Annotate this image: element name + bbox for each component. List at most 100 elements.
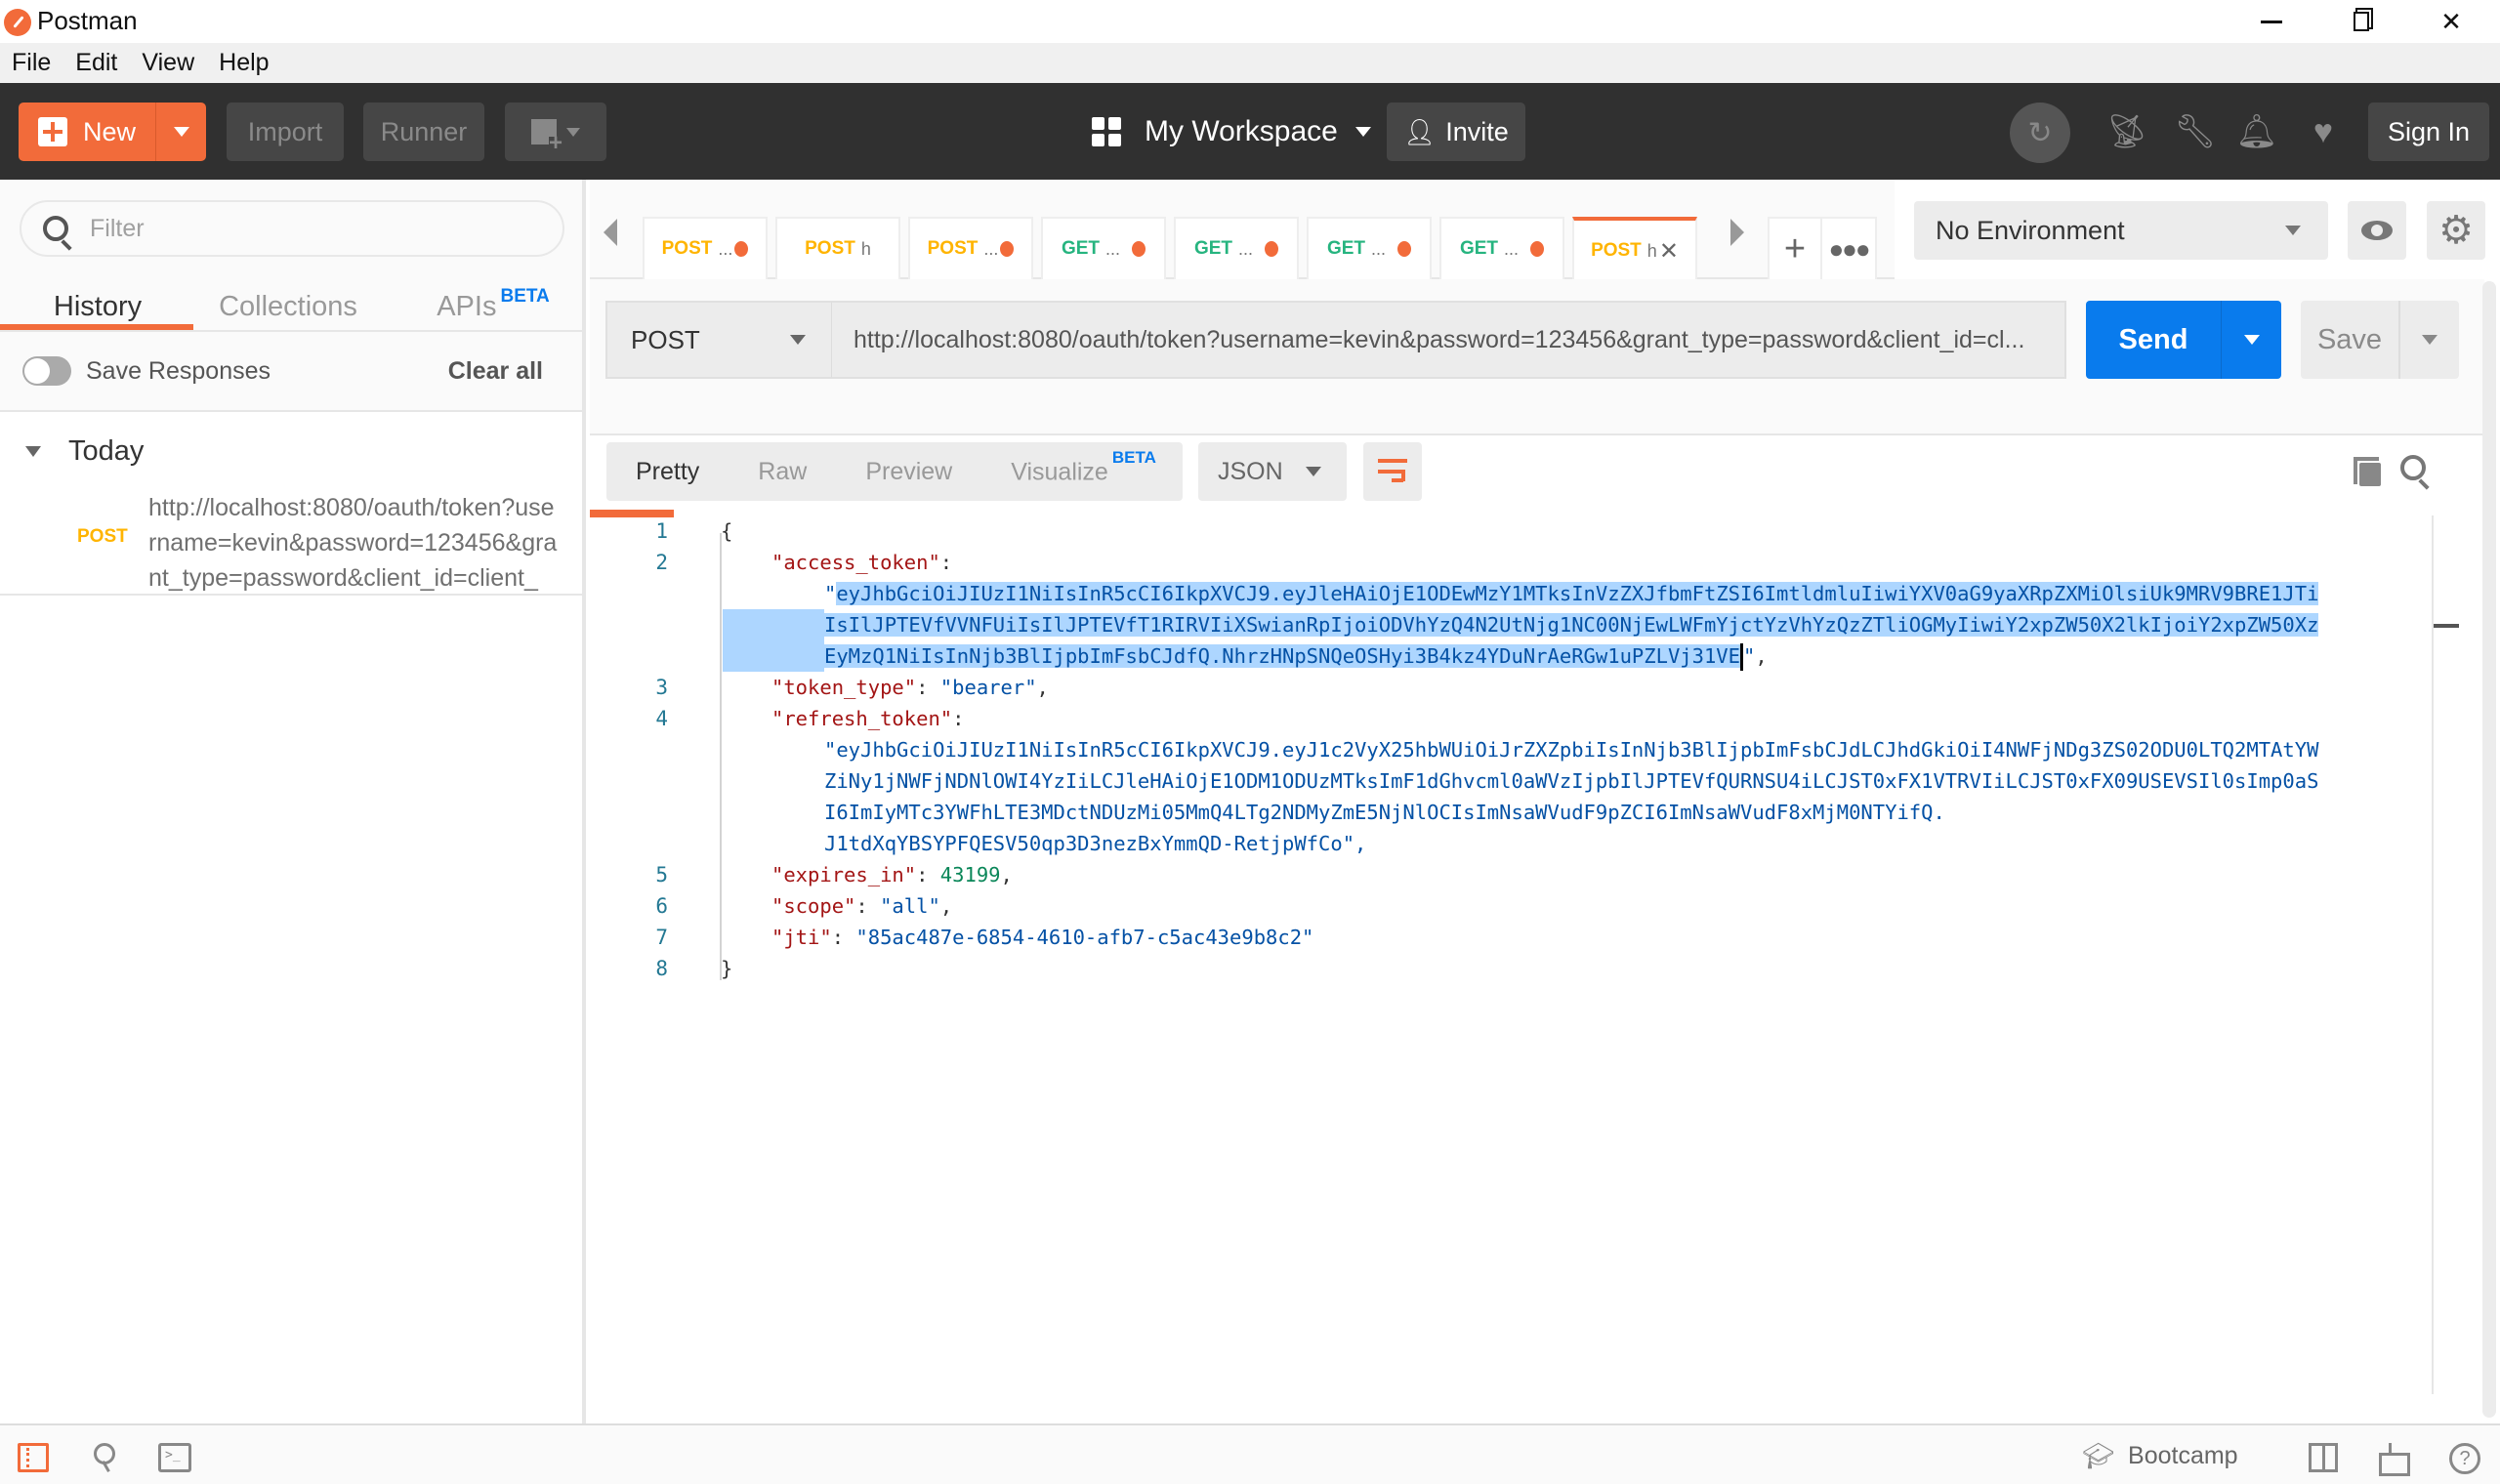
beta-badge: BETA bbox=[500, 286, 550, 307]
new-window-button[interactable]: + bbox=[505, 103, 606, 161]
request-tab[interactable]: POST... bbox=[643, 217, 768, 279]
environment-selected: No Environment bbox=[1936, 215, 2125, 245]
help-icon[interactable]: ? bbox=[2449, 1443, 2480, 1474]
sync-off-icon[interactable]: ↻ bbox=[2010, 103, 2070, 163]
save-button[interactable]: Save bbox=[2301, 301, 2459, 379]
two-pane-view-icon[interactable] bbox=[2309, 1443, 2338, 1472]
environment-select[interactable]: No Environment bbox=[1914, 201, 2328, 260]
runner-button[interactable]: Runner bbox=[363, 103, 484, 161]
close-icon: ✕ bbox=[2440, 6, 2462, 36]
minimize-button[interactable] bbox=[2232, 0, 2311, 43]
sidebar-header: History Collections APIsBETA Save Respon… bbox=[0, 180, 582, 410]
bell-icon[interactable]: 🔔︎ bbox=[2235, 112, 2277, 151]
new-button[interactable]: New bbox=[19, 103, 206, 161]
code-line: 5 "expires_in": 43199, bbox=[655, 863, 1013, 886]
code-line-wrapped: IsIlJPTEVfVVNFUiIsIlJPTEVfT1RIRVIiXSwian… bbox=[590, 609, 2426, 640]
history-group-today[interactable]: Today bbox=[0, 422, 582, 480]
scroll-tabs-right-button[interactable] bbox=[1730, 219, 1744, 246]
wrap-lines-button[interactable] bbox=[1363, 442, 1422, 501]
invite-button[interactable]: 👤︎ Invite bbox=[1387, 103, 1525, 161]
request-tab-active[interactable]: POST h ✕ bbox=[1572, 217, 1697, 281]
request-tab[interactable]: POST h bbox=[775, 217, 900, 279]
caret-down-icon bbox=[25, 445, 41, 457]
new-tab-button[interactable]: + bbox=[1768, 217, 1822, 279]
menu-edit[interactable]: Edit bbox=[75, 49, 117, 77]
console-icon[interactable] bbox=[158, 1443, 191, 1472]
response-body-editor[interactable]: 1{ 2 "access_token": "eyJhbGciOiJIUzI1NiI… bbox=[590, 515, 2459, 1394]
scroll-tabs-left-button[interactable] bbox=[604, 219, 617, 246]
menu-view[interactable]: View bbox=[142, 49, 194, 77]
unsaved-dot-icon bbox=[1530, 241, 1545, 257]
satellite-icon[interactable]: 📡︎ bbox=[2105, 112, 2147, 151]
menu-help[interactable]: Help bbox=[219, 49, 269, 77]
divider bbox=[0, 410, 582, 412]
code-line: 4 "refresh_token": bbox=[655, 707, 965, 730]
workspace-name: My Workspace bbox=[1145, 115, 1338, 147]
method-select[interactable]: POST bbox=[605, 301, 832, 379]
workspace-switcher[interactable]: My Workspace bbox=[1092, 103, 1371, 161]
caret-down-icon bbox=[173, 127, 189, 137]
send-button[interactable]: Send bbox=[2086, 301, 2281, 379]
close-tab-icon[interactable]: ✕ bbox=[1659, 237, 1679, 266]
tab-apis[interactable]: APIs BETA bbox=[430, 277, 557, 336]
request-tab[interactable]: POST... bbox=[908, 217, 1033, 279]
unsaved-dot-icon bbox=[1000, 241, 1015, 257]
url-input[interactable]: http://localhost:8080/oauth/token?userna… bbox=[832, 301, 2066, 379]
new-dropdown-button[interactable] bbox=[155, 103, 206, 161]
response-toolbar: Pretty Raw Preview VisualizeBETA JSON bbox=[590, 437, 2484, 515]
copy-icon[interactable] bbox=[2354, 457, 2381, 486]
response-format-select[interactable]: JSON bbox=[1198, 442, 1347, 501]
title-bar: Postman ✕ bbox=[0, 0, 2500, 43]
bootcamp-button[interactable]: 🎓︎ Bootcamp bbox=[2082, 1439, 2238, 1472]
sidebar: History Collections APIsBETA Save Respon… bbox=[0, 180, 586, 1423]
find-replace-icon[interactable] bbox=[90, 1443, 123, 1472]
toggle-sidebar-icon[interactable] bbox=[18, 1443, 49, 1472]
sign-in-button[interactable]: Sign In bbox=[2368, 103, 2489, 161]
save-responses-toggle[interactable] bbox=[22, 356, 71, 386]
selected-text: eyJhbGciOiJIUzI1NiIsInR5cCI6IkpXVCJ9.eyJ… bbox=[836, 582, 2319, 605]
code-line-wrapped: "eyJhbGciOiJIUzI1NiIsInR5cCI6IkpXVCJ9.ey… bbox=[824, 582, 2319, 605]
view-tab-raw[interactable]: Raw bbox=[758, 458, 807, 486]
more-icon: ●●● bbox=[1828, 233, 1870, 264]
graduation-cap-icon: 🎓︎ bbox=[2082, 1440, 2115, 1470]
heart-icon[interactable]: ♥ bbox=[2304, 112, 2343, 151]
view-tab-pretty[interactable]: Pretty bbox=[636, 458, 699, 486]
overview-ruler-mark bbox=[2434, 624, 2459, 628]
request-tab[interactable]: GET... bbox=[1041, 217, 1166, 279]
wrench-icon[interactable]: 🔧︎ bbox=[2174, 112, 2216, 151]
window-title: Postman bbox=[37, 6, 138, 35]
save-dropdown-button[interactable] bbox=[2398, 301, 2459, 379]
selected-text: IsIlJPTEVfVVNFUiIsIlJPTEVfT1RIRVIiXSwian… bbox=[824, 613, 2319, 637]
search-icon[interactable] bbox=[2400, 455, 2426, 480]
code-line-wrapped: EyMzQ1NiIsInNjb3BlIjpbImFsbCJdfQ.NhrzHNp… bbox=[590, 640, 2426, 672]
menu-file[interactable]: File bbox=[12, 49, 51, 77]
view-tab-preview[interactable]: Preview bbox=[865, 458, 952, 486]
code-line-wrapped: J1tdXqYBSYPFQESV50qp3D3nezBxYmmQD-RetjpW… bbox=[824, 832, 1367, 855]
filter-input[interactable] bbox=[90, 214, 520, 243]
close-button[interactable]: ✕ bbox=[2412, 0, 2490, 43]
caret-down-icon bbox=[566, 127, 580, 137]
filter-search[interactable] bbox=[20, 200, 564, 257]
restore-button[interactable] bbox=[2322, 0, 2400, 43]
import-button[interactable]: Import bbox=[227, 103, 344, 161]
main-scrollbar[interactable] bbox=[2482, 281, 2496, 1418]
eye-icon bbox=[2361, 221, 2393, 240]
request-tab[interactable]: GET... bbox=[1307, 217, 1432, 279]
format-value: JSON bbox=[1218, 457, 1283, 485]
history-item[interactable]: POST http://localhost:8080/oauth/token?u… bbox=[0, 482, 582, 596]
send-dropdown-button[interactable] bbox=[2221, 301, 2281, 379]
add-user-icon: 👤︎ bbox=[1403, 116, 1437, 146]
more-tabs-button[interactable]: ●●● bbox=[1822, 217, 1877, 279]
clear-all-button[interactable]: Clear all bbox=[448, 357, 543, 386]
unsaved-dot-icon bbox=[1397, 241, 1412, 257]
code-line: 7 "jti": "85ac487e-6854-4610-afb7-c5ac43e… bbox=[655, 926, 1314, 949]
view-tab-visualize[interactable]: VisualizeBETA bbox=[1011, 448, 1156, 486]
manage-environments-button[interactable]: ⚙ bbox=[2427, 201, 2485, 260]
new-window-icon: + bbox=[531, 119, 562, 155]
environment-quick-look-button[interactable] bbox=[2348, 201, 2406, 260]
request-tab[interactable]: GET... bbox=[1439, 217, 1564, 279]
menu-bar: File Edit View Help bbox=[0, 43, 2500, 83]
tab-collections[interactable]: Collections bbox=[210, 277, 366, 336]
keyboard-shortcuts-icon[interactable] bbox=[2377, 1443, 2410, 1476]
request-tab[interactable]: GET... bbox=[1174, 217, 1299, 279]
